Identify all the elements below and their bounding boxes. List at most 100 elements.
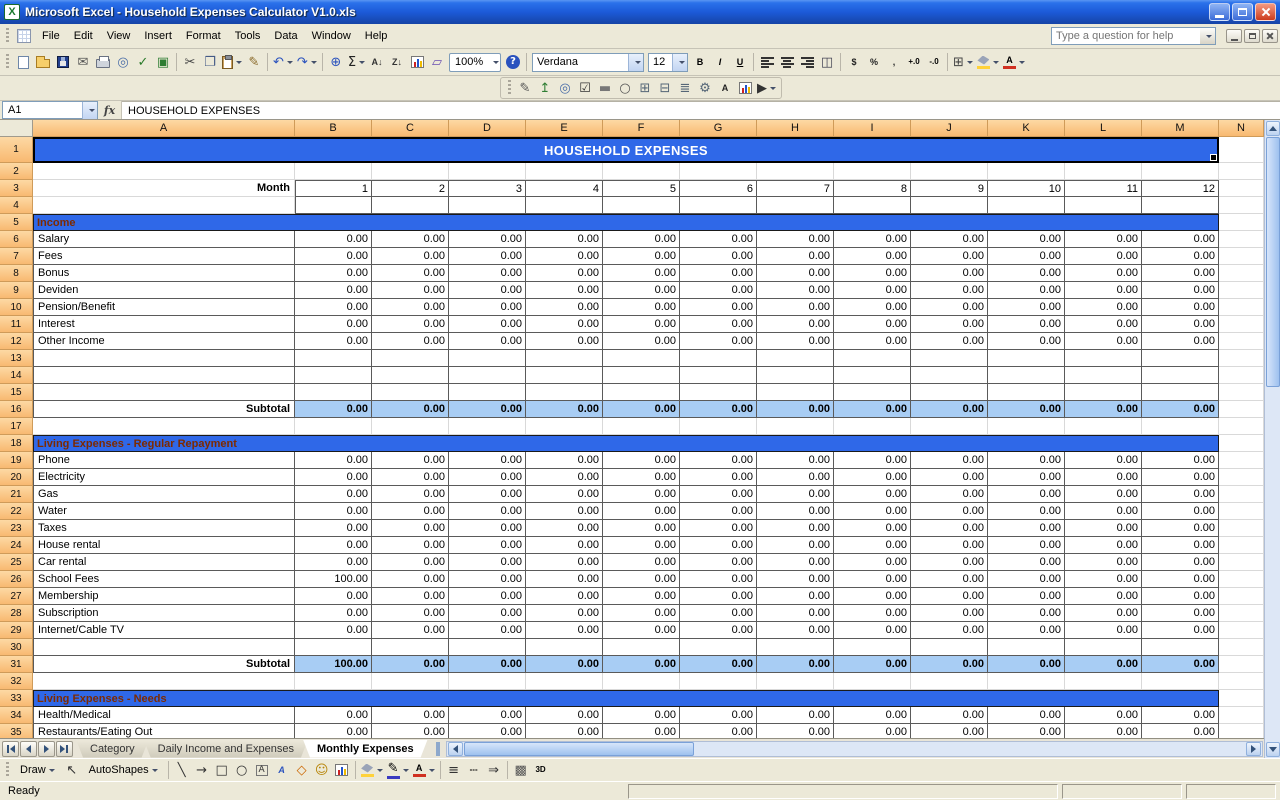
cell[interactable]: [295, 673, 372, 690]
value-cell[interactable]: 0.00: [1142, 503, 1219, 520]
cell[interactable]: [1219, 724, 1264, 738]
subtotal-value-cell[interactable]: 0.00: [988, 656, 1065, 673]
value-cell[interactable]: 0.00: [603, 707, 680, 724]
value-cell[interactable]: 0.00: [526, 265, 603, 282]
cell[interactable]: [757, 350, 834, 367]
dash-icon[interactable]: ▬: [595, 78, 615, 98]
cell[interactable]: [526, 197, 603, 214]
workbook-minimize-button[interactable]: [1226, 29, 1242, 43]
cell[interactable]: [1219, 350, 1264, 367]
value-cell[interactable]: 0.00: [680, 588, 757, 605]
value-cell[interactable]: 0.00: [603, 248, 680, 265]
cell[interactable]: [372, 673, 449, 690]
value-cell[interactable]: 0.00: [1065, 707, 1142, 724]
checkbox-icon[interactable]: ☑: [575, 78, 595, 98]
cells-grid-icon[interactable]: ⊞: [635, 78, 655, 98]
tab-daily-income-and-expenses[interactable]: Daily Income and Expenses: [144, 740, 308, 758]
value-cell[interactable]: 0.00: [988, 503, 1065, 520]
question-input[interactable]: [1052, 28, 1200, 44]
value-cell[interactable]: 0.00: [603, 231, 680, 248]
comma-icon[interactable]: ,: [884, 52, 904, 72]
cell[interactable]: [372, 384, 449, 401]
cell[interactable]: [988, 197, 1065, 214]
value-cell[interactable]: 0.00: [295, 452, 372, 469]
cell[interactable]: [449, 163, 526, 180]
value-cell[interactable]: 0.00: [680, 520, 757, 537]
cell[interactable]: [1065, 197, 1142, 214]
month-label-cell[interactable]: Month: [33, 180, 295, 197]
item-label-cell[interactable]: Subscription: [33, 605, 295, 622]
pencil-icon[interactable]: ✎: [515, 78, 535, 98]
value-cell[interactable]: 0.00: [372, 707, 449, 724]
item-label-cell[interactable]: Restaurants/Eating Out: [33, 724, 295, 738]
dropdown-arrow-icon[interactable]: [359, 61, 365, 64]
cell[interactable]: [834, 673, 911, 690]
cell[interactable]: [1219, 673, 1264, 690]
value-cell[interactable]: 0.00: [680, 605, 757, 622]
cell[interactable]: [680, 197, 757, 214]
cell[interactable]: [1219, 707, 1264, 724]
cell[interactable]: [680, 350, 757, 367]
cell[interactable]: [295, 384, 372, 401]
value-cell[interactable]: 0.00: [911, 452, 988, 469]
dropdown-arrow-icon[interactable]: [377, 769, 383, 772]
subtotal-value-cell[interactable]: 0.00: [834, 656, 911, 673]
row-header-20[interactable]: 20: [0, 469, 33, 486]
value-cell[interactable]: 0.00: [1142, 299, 1219, 316]
month-value-cell[interactable]: 2: [372, 180, 449, 197]
cell[interactable]: [526, 350, 603, 367]
row-header-23[interactable]: 23: [0, 520, 33, 537]
section-header-cell[interactable]: Living Expenses - Regular Repayment: [33, 435, 1219, 452]
value-cell[interactable]: 0.00: [1142, 622, 1219, 639]
item-label-cell[interactable]: Water: [33, 503, 295, 520]
value-cell[interactable]: 0.00: [680, 265, 757, 282]
value-cell[interactable]: 0.00: [757, 333, 834, 350]
cell[interactable]: [757, 163, 834, 180]
subtotal-value-cell[interactable]: 0.00: [603, 656, 680, 673]
column-header-k[interactable]: K: [988, 120, 1065, 137]
scroll-right-button[interactable]: [1246, 742, 1261, 756]
dropdown-arrow-icon[interactable]: [967, 61, 973, 64]
arrow-style-icon[interactable]: ⇒: [484, 760, 504, 780]
cell[interactable]: [1219, 282, 1264, 299]
value-cell[interactable]: 0.00: [1065, 333, 1142, 350]
row-header-12[interactable]: 12: [0, 333, 33, 350]
value-cell[interactable]: 0.00: [911, 724, 988, 738]
value-cell[interactable]: 0.00: [757, 231, 834, 248]
row-header-9[interactable]: 9: [0, 282, 33, 299]
underline-icon[interactable]: U: [730, 52, 750, 72]
value-cell[interactable]: 0.00: [988, 588, 1065, 605]
value-cell[interactable]: 0.00: [834, 520, 911, 537]
cell[interactable]: [1065, 639, 1142, 656]
subtotal-value-cell[interactable]: 0.00: [911, 401, 988, 418]
cell[interactable]: [1219, 622, 1264, 639]
value-cell[interactable]: 0.00: [603, 265, 680, 282]
cell[interactable]: [526, 384, 603, 401]
cell[interactable]: [834, 163, 911, 180]
value-cell[interactable]: 0.00: [680, 333, 757, 350]
value-cell[interactable]: 0.00: [449, 503, 526, 520]
value-cell[interactable]: 0.00: [988, 622, 1065, 639]
value-cell[interactable]: 0.00: [1142, 265, 1219, 282]
value-cell[interactable]: 0.00: [1142, 486, 1219, 503]
rectangle-icon[interactable]: □: [212, 760, 232, 780]
subtotal-value-cell[interactable]: 0.00: [680, 401, 757, 418]
value-cell[interactable]: 0.00: [449, 622, 526, 639]
value-cell[interactable]: 0.00: [526, 486, 603, 503]
value-cell[interactable]: 0.00: [911, 265, 988, 282]
subtotal-value-cell[interactable]: 0.00: [757, 401, 834, 418]
autosum-icon[interactable]: Σ: [346, 52, 367, 72]
italic-icon[interactable]: I: [710, 52, 730, 72]
cell[interactable]: [1219, 265, 1264, 282]
value-cell[interactable]: 0.00: [1065, 588, 1142, 605]
dropdown-arrow-icon[interactable]: [311, 61, 317, 64]
value-cell[interactable]: 0.00: [372, 571, 449, 588]
value-cell[interactable]: 0.00: [295, 724, 372, 738]
value-cell[interactable]: 0.00: [988, 316, 1065, 333]
value-cell[interactable]: 0.00: [1065, 299, 1142, 316]
menu-view[interactable]: View: [100, 26, 138, 46]
row-header-27[interactable]: 27: [0, 588, 33, 605]
value-cell[interactable]: 0.00: [834, 316, 911, 333]
menu-format[interactable]: Format: [179, 26, 228, 46]
row-header-15[interactable]: 15: [0, 384, 33, 401]
